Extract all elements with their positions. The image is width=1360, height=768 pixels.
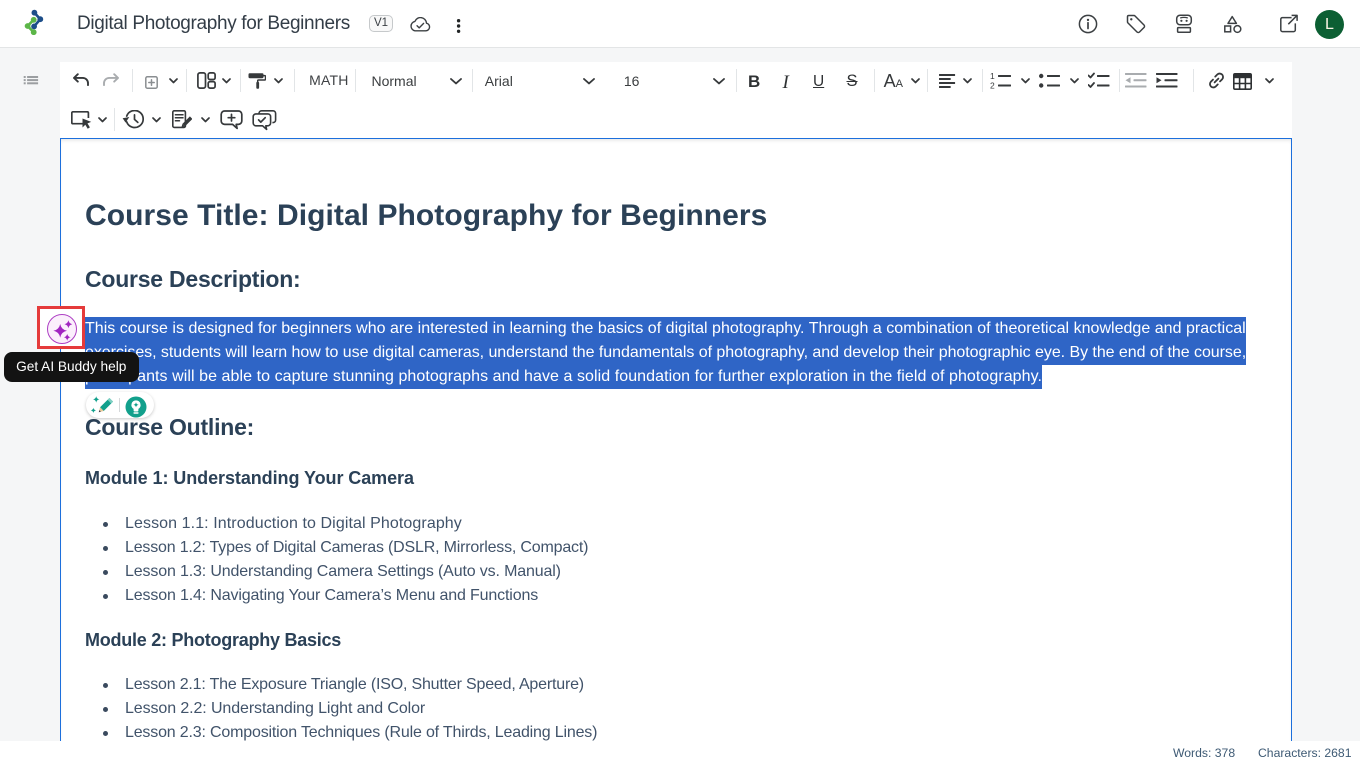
- svg-text:2: 2: [990, 81, 995, 90]
